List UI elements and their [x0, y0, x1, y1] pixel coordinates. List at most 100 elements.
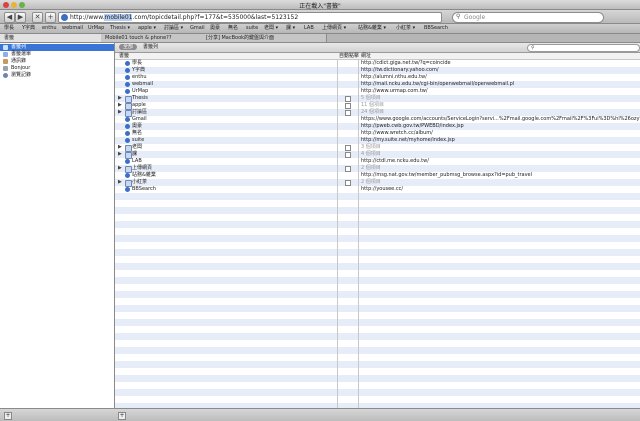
bookmark-item[interactable]: Thesis ▾ [110, 25, 130, 32]
bookmark-name: 站務&雜業 [132, 172, 156, 178]
web-search-field[interactable]: ⚲ Google [452, 12, 604, 23]
bookmark-item[interactable]: LAB [304, 25, 314, 32]
bookmark-item[interactable]: UrMap [88, 25, 104, 32]
sidebar-item-bookmarks-bar[interactable]: 書籤列 [0, 44, 114, 51]
sidebar-item-bookmarks-menu[interactable]: 書籤選單 [0, 51, 114, 58]
sidebar-item-bonjour[interactable]: Bonjour [0, 65, 114, 72]
bookmark-item[interactable]: 無名 [228, 25, 238, 32]
disclosure-triangle-icon[interactable]: ▶ [118, 151, 122, 158]
folder-item-count: 2 個項目 [361, 165, 381, 171]
window-title: 正在載入"書籤" [299, 3, 341, 10]
disclosure-triangle-icon[interactable]: ▶ [118, 165, 122, 172]
add-bookmark-folder-button[interactable]: + [118, 412, 126, 420]
bookmark-address: http://cdict.giga.net.tw/?q=coincide [361, 60, 451, 66]
stop-button[interactable]: ✕ [32, 12, 43, 23]
bookmark-item[interactable]: 討論區 ▾ [164, 25, 183, 32]
bookmark-item[interactable]: suite [246, 25, 258, 32]
bookmark-name: Y字典 [132, 67, 146, 73]
bookmark-address: http://yousee.cc/ [361, 186, 404, 192]
bookmark-address: http://my.suite.net/myhome/index.jsp [361, 137, 455, 143]
bookmark-item[interactable]: 站務&雜業 ▾ [358, 25, 386, 32]
tab-bookmarks[interactable]: 書籤 [0, 34, 105, 42]
globe-icon [125, 75, 130, 80]
bookmark-item[interactable]: enthu [42, 25, 57, 32]
column-header-address[interactable]: 網址 [361, 53, 371, 59]
table-row[interactable]: ▶ apple 11 個項目 [115, 102, 640, 110]
sidebar-item-address-book[interactable]: 通訊錄 [0, 58, 114, 65]
history-clock-icon [3, 73, 8, 78]
globe-icon [125, 89, 130, 94]
bookmark-item[interactable]: Y字典 [22, 25, 35, 32]
table-row[interactable]: webmail http://mail.ncku.edu.tw/cgi-bin/o… [115, 81, 640, 88]
sidebar-item-label: 書籤選單 [11, 51, 32, 57]
table-row[interactable]: UrMap http://www.urmap.com.tw/ [115, 88, 640, 95]
address-field[interactable]: http://www.mobile01.com/topicdetail.php?… [58, 12, 442, 23]
tab-macbook[interactable]: [分享] MacBook的鍵盤與介面 [202, 34, 327, 42]
table-row[interactable]: ▶ 課 4 個項目 [115, 151, 640, 159]
tab-mobile01[interactable]: Mobile01 touch & phone?? [101, 34, 206, 42]
url-scheme: http://www. [70, 14, 105, 21]
sidebar-item-history[interactable]: 瀏覽記錄 [0, 72, 114, 79]
bookmark-item[interactable]: 小紅茶 ▾ [396, 25, 415, 32]
bookmark-address: http://pweb.cwb.gov.tw/PWEBD/index.jsp [361, 123, 464, 129]
back-button[interactable]: ◀ [4, 12, 15, 23]
table-row[interactable]: ▶ 討論區 24 個項目 [115, 109, 640, 117]
table-row[interactable]: LAB http://ctdl.me.ncku.edu.tw/ [115, 158, 640, 165]
column-header: 書籤 自動點擊 網址 [115, 53, 640, 60]
table-row[interactable]: 站務&雜業 http://msg.nat.gov.tw/member_pubmsg… [115, 172, 640, 179]
bookmark-item[interactable]: BBSearch [424, 25, 448, 32]
filter-bookmarks-bar-button[interactable]: 書籤列 [139, 44, 162, 50]
bookmark-name: 課 [132, 151, 138, 157]
bookmark-item[interactable]: 課 ▾ [286, 25, 295, 32]
sidebar-item-label: 通訊錄 [11, 58, 27, 64]
bookmark-name: 無名 [132, 130, 143, 136]
forward-button[interactable]: ▶ [15, 12, 26, 23]
search-placeholder: Google [464, 14, 486, 21]
globe-icon [125, 138, 130, 143]
disclosure-triangle-icon[interactable]: ▶ [118, 179, 122, 186]
bookmark-name: apple [132, 102, 146, 108]
table-row[interactable]: 無名 http://www.wretch.cc/album/ [115, 130, 640, 137]
bookmark-item[interactable]: Gmail [190, 25, 205, 32]
bookmark-address: http://ctdl.me.ncku.edu.tw/ [361, 158, 429, 164]
column-header-name[interactable]: 書籤 [119, 53, 129, 59]
bookmark-item[interactable]: 老闆 ▾ [264, 25, 278, 32]
bookmark-address: http://msg.nat.gov.tw/member_pubmsg_brow… [361, 172, 533, 178]
add-bookmark-button[interactable]: + [45, 12, 56, 23]
bookmark-item[interactable]: 學長 [4, 25, 14, 32]
table-row[interactable]: enthu http://alumni.nthu.edu.tw/ [115, 74, 640, 81]
bookmark-address: http://www.wretch.cc/album/ [361, 130, 433, 136]
folder-item-count: 2 個項目 [361, 179, 381, 185]
address-text[interactable]: http://www.mobile01.com/topicdetail.php?… [70, 14, 298, 21]
globe-icon [125, 159, 130, 164]
disclosure-triangle-icon[interactable]: ▶ [118, 95, 122, 102]
table-row[interactable]: ▶ 上傳網頁 2 個項目 [115, 165, 640, 173]
table-row[interactable]: suite http://my.suite.net/myhome/index.js… [115, 137, 640, 144]
bookmark-address: http://www.urmap.com.tw/ [361, 88, 428, 94]
disclosure-triangle-icon[interactable]: ▶ [118, 109, 122, 116]
sidebar-item-label: 瀏覽記錄 [11, 72, 32, 78]
tab-bar: 書籤 Mobile01 touch & phone?? [分享] MacBook… [0, 34, 640, 43]
globe-icon [125, 124, 130, 129]
bookmark-item[interactable]: 奧豪 [210, 25, 220, 32]
filter-all-button[interactable]: 全部 [119, 44, 138, 50]
table-row[interactable]: Y字典 http://tw.dictionary.yahoo.com/ [115, 67, 640, 74]
table-row[interactable]: ▶ 老闆 3 個項目 [115, 144, 640, 152]
table-row[interactable]: ▶ 小紅茶 2 個項目 [115, 179, 640, 187]
disclosure-triangle-icon[interactable]: ▶ [118, 144, 122, 151]
table-row[interactable]: 奧豪 http://pweb.cwb.gov.tw/PWEBD/index.jsp [115, 123, 640, 130]
table-row[interactable]: Gmail https://www.google.com/accounts/Ser… [115, 116, 640, 123]
table-row[interactable]: BBSearch http://yousee.cc/ [115, 186, 640, 193]
bookmark-item[interactable]: apple ▾ [138, 25, 156, 32]
column-header-auto-click[interactable]: 自動點擊 [339, 53, 359, 59]
bookmark-search-field[interactable]: ⚲ [527, 44, 640, 52]
bookmark-name: 討論區 [132, 109, 148, 115]
bookmark-item[interactable]: webmail [62, 25, 83, 32]
table-row[interactable]: 學長 http://cdict.giga.net.tw/?q=coincide [115, 60, 640, 67]
table-row[interactable]: ▶ Thesis 5 個項目 [115, 95, 640, 103]
disclosure-triangle-icon[interactable]: ▶ [118, 102, 122, 109]
add-collection-button[interactable]: + [4, 412, 12, 420]
bookmark-name: suite [132, 137, 145, 143]
globe-icon [125, 131, 130, 136]
bookmark-item[interactable]: 上傳網頁 ▾ [322, 25, 346, 32]
